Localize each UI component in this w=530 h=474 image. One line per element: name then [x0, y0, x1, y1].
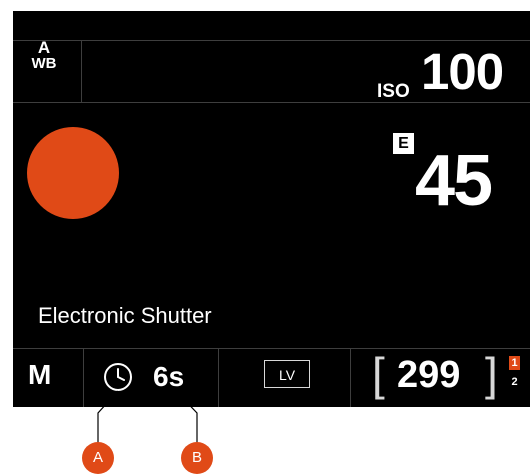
callout-b: B: [181, 442, 213, 474]
callout-a-leader: [97, 390, 119, 445]
callout-a: A: [82, 442, 114, 474]
callout-leader-lines: [97, 390, 198, 445]
callout-b-leader: [175, 390, 198, 445]
